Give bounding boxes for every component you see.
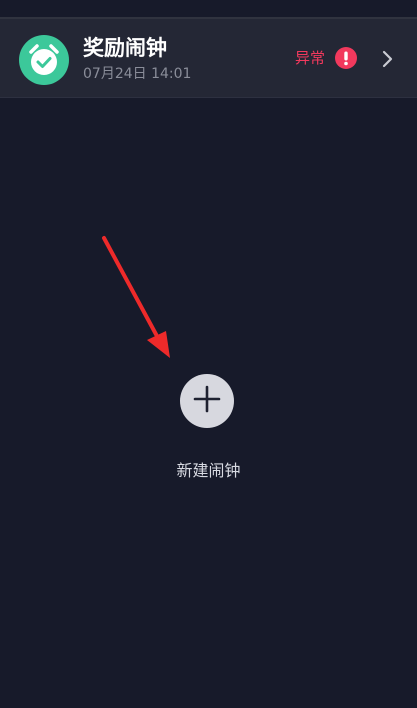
alarm-list-item[interactable]: 奖励闹钟 07月24日 14:01 异常 [0, 19, 417, 98]
alarm-clock-icon [19, 35, 69, 85]
top-divider [0, 0, 417, 19]
alarm-time: 07月24日 14:01 [83, 66, 192, 82]
plus-icon [192, 384, 222, 418]
alarm-title: 奖励闹钟 [83, 36, 167, 60]
new-alarm-button[interactable] [180, 374, 234, 428]
exclamation-icon [335, 47, 357, 69]
pointer-arrow-icon [102, 236, 170, 358]
new-alarm-label[interactable]: 新建闹钟 [0, 460, 417, 482]
chevron-right-icon[interactable] [380, 49, 396, 69]
status-badge: 异常 [295, 49, 326, 67]
